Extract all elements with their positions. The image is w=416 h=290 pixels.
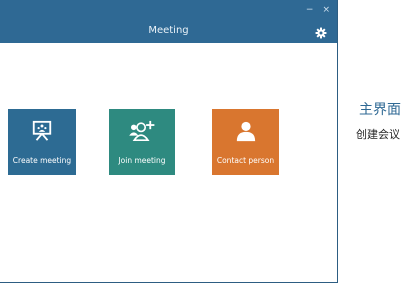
window-title: Meeting — [148, 25, 189, 36]
create-meeting-label: Create meeting — [12, 156, 72, 165]
screenshot-stage: − × Meeting Create meeting Join meeting … — [0, 0, 416, 290]
close-button[interactable]: × — [322, 5, 330, 15]
join-meeting-button[interactable]: Join meeting — [109, 109, 175, 175]
contact-person-label: Contact person — [216, 156, 275, 165]
contact-person-button[interactable]: Contact person — [212, 109, 279, 175]
meeting-app-window: − × Meeting Create meeting Join meeting … — [0, 0, 338, 283]
minimize-button[interactable]: − — [306, 5, 314, 15]
person-icon — [212, 120, 279, 142]
gear-icon — [315, 27, 327, 39]
caption-title: 主界面 — [359, 102, 401, 118]
title-bar: − × Meeting — [0, 0, 337, 43]
window-controls: − × — [306, 5, 330, 15]
settings-button[interactable] — [315, 24, 327, 39]
presentation-board-icon — [8, 120, 76, 142]
join-meeting-label: Join meeting — [118, 156, 166, 165]
caption-subtitle: 创建会议 — [356, 128, 400, 141]
create-meeting-button[interactable]: Create meeting — [8, 109, 76, 175]
add-user-icon — [109, 120, 175, 142]
